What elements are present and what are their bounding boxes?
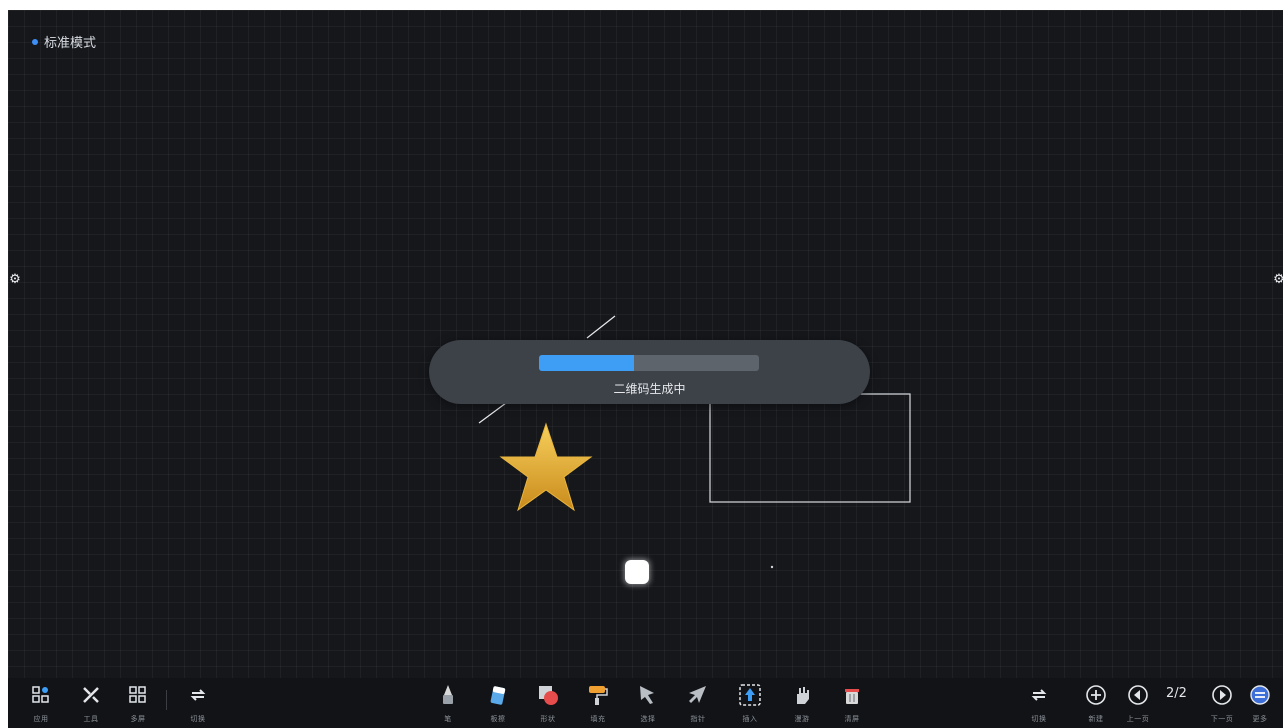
trash-icon bbox=[839, 682, 865, 708]
progress-fill bbox=[539, 355, 634, 371]
swap-icon bbox=[1026, 682, 1052, 708]
eraser-tool[interactable]: 板擦 bbox=[478, 682, 518, 724]
next-page-button[interactable]: 下一页 bbox=[1202, 682, 1242, 724]
grid-icon bbox=[125, 682, 151, 708]
next-circle-icon bbox=[1209, 682, 1235, 708]
white-dot-sticker[interactable] bbox=[624, 559, 650, 585]
eraser-icon bbox=[485, 682, 511, 708]
new-page-button[interactable]: 新建 bbox=[1076, 682, 1116, 724]
insert-tool[interactable]: 插入 bbox=[730, 682, 770, 724]
fill-tool[interactable]: 填充 bbox=[578, 682, 618, 724]
swap-icon bbox=[185, 682, 211, 708]
small-dot bbox=[770, 565, 774, 569]
menu-circle-icon bbox=[1247, 682, 1273, 708]
new-page-label: 新建 bbox=[1088, 715, 1104, 723]
apps-label: 应用 bbox=[33, 715, 49, 723]
layout-button[interactable]: 多屏 bbox=[118, 682, 158, 724]
more-label: 更多 bbox=[1252, 715, 1268, 723]
bottom-toolbar: 应用 工具 多屏 切换 笔 板擦 形状 填充 选择 指针 插入 漫游 清屏 切换… bbox=[8, 678, 1283, 728]
more-button[interactable]: 更多 bbox=[1240, 682, 1280, 724]
pen-icon bbox=[435, 682, 461, 708]
switch-button-right[interactable]: 切换 bbox=[1019, 682, 1059, 724]
switch-right-label: 切换 bbox=[1031, 715, 1047, 723]
progress-bar bbox=[539, 355, 759, 371]
select-label: 选择 bbox=[640, 715, 656, 723]
prev-page-label: 上一页 bbox=[1126, 715, 1150, 723]
paint-roller-icon bbox=[585, 682, 611, 708]
prev-circle-icon bbox=[1125, 682, 1151, 708]
next-page-label: 下一页 bbox=[1210, 715, 1234, 723]
clear-tool[interactable]: 清屏 bbox=[832, 682, 872, 724]
prev-page-button[interactable]: 上一页 bbox=[1118, 682, 1158, 724]
eraser-label: 板擦 bbox=[490, 715, 506, 723]
tools-icon bbox=[78, 682, 104, 708]
pen-tool[interactable]: 笔 bbox=[428, 682, 468, 724]
layout-label: 多屏 bbox=[130, 715, 146, 723]
plus-circle-icon bbox=[1083, 682, 1109, 708]
tools-button[interactable]: 工具 bbox=[71, 682, 111, 724]
cursor-icon bbox=[635, 682, 661, 708]
pointer-tool[interactable]: 指针 bbox=[678, 682, 718, 724]
select-tool[interactable]: 选择 bbox=[628, 682, 668, 724]
drawn-line[interactable] bbox=[478, 402, 507, 424]
progress-text: 二维码生成中 bbox=[613, 382, 686, 396]
fill-label: 填充 bbox=[590, 715, 606, 723]
hand-icon bbox=[789, 682, 815, 708]
roam-label: 漫游 bbox=[794, 715, 810, 723]
whiteboard-canvas[interactable]: 标准模式 ⚙ ⚙ 二维码生成中 应用 工具 多屏 切换 笔 板擦 形状 填充 选… bbox=[8, 10, 1283, 728]
drawn-rectangle[interactable] bbox=[709, 393, 911, 503]
pointer-label: 指针 bbox=[690, 715, 706, 723]
clear-label: 清屏 bbox=[844, 715, 860, 723]
pen-label: 笔 bbox=[444, 715, 452, 723]
arrow-pointer-icon bbox=[685, 682, 711, 708]
page-counter: 2/2 bbox=[1166, 686, 1187, 701]
toolbar-divider bbox=[166, 690, 167, 710]
star-sticker[interactable] bbox=[499, 422, 593, 512]
apps-button[interactable]: 应用 bbox=[21, 682, 61, 724]
insert-image-icon bbox=[737, 682, 763, 708]
qr-progress-toast: 二维码生成中 bbox=[429, 340, 870, 404]
apps-grid-icon bbox=[28, 682, 54, 708]
insert-label: 插入 bbox=[742, 715, 758, 723]
switch-label: 切换 bbox=[190, 715, 206, 723]
roam-tool[interactable]: 漫游 bbox=[782, 682, 822, 724]
shape-label: 形状 bbox=[540, 715, 556, 723]
switch-button[interactable]: 切换 bbox=[178, 682, 218, 724]
shape-tool[interactable]: 形状 bbox=[528, 682, 568, 724]
drawn-line[interactable] bbox=[586, 315, 616, 339]
shape-icon bbox=[535, 682, 561, 708]
tools-label: 工具 bbox=[83, 715, 99, 723]
